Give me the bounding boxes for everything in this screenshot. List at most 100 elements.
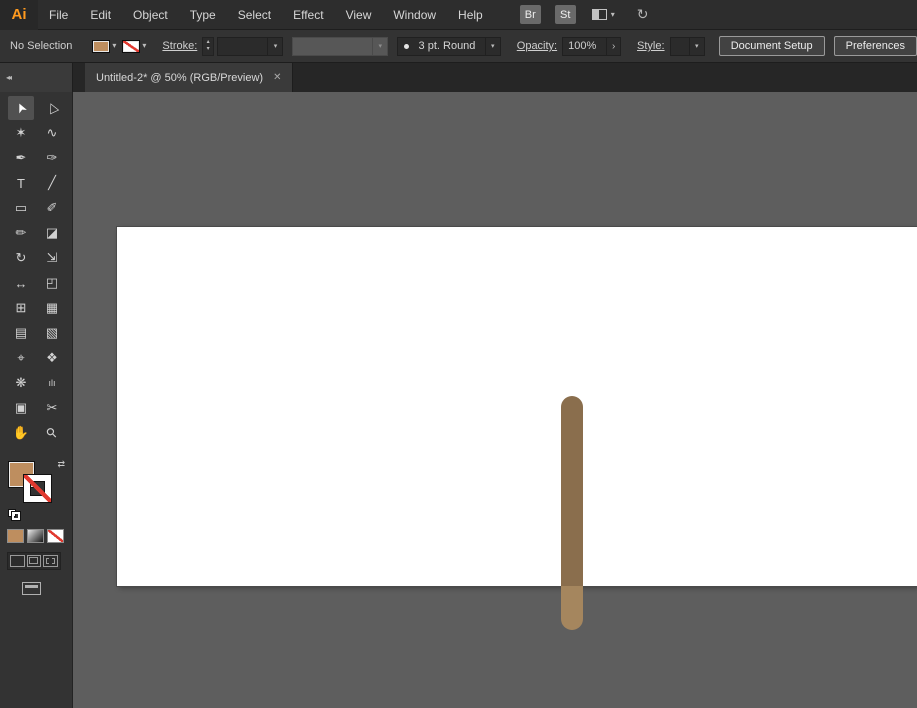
brush-definition-dropdown[interactable]: 3 pt. Round ▾ [397, 37, 501, 56]
artwork-stick-tip[interactable] [561, 586, 583, 630]
menu-item-effect[interactable]: Effect [282, 0, 334, 30]
tool-direct-selection[interactable]: ▷ [39, 96, 65, 120]
tool-rectangle[interactable]: ▭ [8, 196, 34, 220]
tool-mesh[interactable]: ▤ [8, 321, 34, 345]
close-icon[interactable]: ✕ [273, 72, 281, 83]
none-slash-icon [24, 475, 51, 502]
default-fill-stroke-button[interactable] [8, 509, 22, 520]
tool-blend[interactable]: ❖ [39, 346, 65, 370]
zoom-tool-icon: ⚲ [43, 424, 61, 442]
preferences-button[interactable]: Preferences [834, 36, 917, 56]
tool-curvature[interactable]: ✑ [39, 146, 65, 170]
artboard-tool-icon: ▣ [15, 400, 27, 416]
artwork-stick-body[interactable] [561, 396, 583, 586]
bridge-button[interactable]: Br [520, 5, 541, 24]
toolbar-collapse-button[interactable]: ◂◂ [0, 63, 73, 92]
screen-mode-button[interactable] [22, 582, 41, 595]
tool-shape-builder[interactable]: ⊞ [8, 296, 34, 320]
shape-builder-tool-icon: ⊞ [16, 300, 27, 316]
chevron-down-icon: ▾ [611, 11, 615, 19]
chevron-down-icon: ▾ [142, 42, 146, 50]
none-button[interactable] [47, 529, 64, 543]
draw-normal-icon[interactable] [10, 555, 25, 567]
chevron-down-icon[interactable]: ▾ [267, 38, 282, 55]
rotate-tool-icon: ↻ [16, 250, 27, 266]
opacity-input[interactable]: 100% [562, 37, 607, 56]
document-tab[interactable]: Untitled-2* @ 50% (RGB/Preview) ✕ [85, 63, 293, 92]
tool-lasso[interactable]: ∿ [39, 121, 65, 145]
tool-free-transform[interactable]: ◰ [39, 271, 65, 295]
stroke-color-box[interactable] [24, 475, 51, 502]
artboard[interactable] [117, 227, 917, 586]
document-setup-button[interactable]: Document Setup [719, 36, 825, 56]
stroke-weight-dropdown[interactable]: ▾ [217, 37, 283, 56]
tool-slice[interactable]: ✂ [39, 396, 65, 420]
tools-grid: ➤ ▷ ✶ ∿ ✒ ✑ T ╱ ▭ ✐ ✏ ◪ ↻ ⇲ ↔ ◰ ⊞ ▦ ▤ ▧ … [0, 92, 72, 445]
stroke-none-swatch[interactable] [122, 40, 140, 53]
tool-selection[interactable]: ➤ [8, 96, 34, 120]
stroke-weight-stepper[interactable]: ▴ ▾ [202, 37, 214, 56]
graphic-style-dropdown[interactable]: ▾ [670, 37, 705, 56]
tool-scale[interactable]: ⇲ [39, 246, 65, 270]
canvas-area[interactable] [73, 92, 917, 708]
line-segment-tool-icon: ╱ [48, 175, 56, 191]
tool-magic-wand[interactable]: ✶ [8, 121, 34, 145]
tool-gradient[interactable]: ▧ [39, 321, 65, 345]
fill-color-picker[interactable]: ▾ [92, 40, 116, 53]
tool-rotate[interactable]: ↻ [8, 246, 34, 270]
tool-symbol-sprayer[interactable]: ❋ [8, 371, 34, 395]
tool-pencil[interactable]: ✏ [8, 221, 34, 245]
fill-swatch[interactable] [92, 40, 110, 53]
tool-artboard[interactable]: ▣ [8, 396, 34, 420]
menu-item-type[interactable]: Type [179, 0, 227, 30]
tool-zoom[interactable]: ⚲ [39, 421, 65, 445]
document-tab-bar: ◂◂ Untitled-2* @ 50% (RGB/Preview) ✕ [0, 63, 917, 92]
tool-width[interactable]: ↔ [8, 271, 34, 295]
stock-button[interactable]: St [555, 5, 576, 24]
default-stroke-icon [12, 512, 20, 520]
scale-tool-icon: ⇲ [47, 250, 58, 266]
tool-eyedropper[interactable]: ⌖ [8, 346, 34, 370]
stepper-down-icon[interactable]: ▾ [207, 46, 210, 53]
tool-pen[interactable]: ✒ [8, 146, 34, 170]
draw-behind-icon[interactable] [27, 555, 42, 567]
selection-tool-icon: ➤ [11, 100, 30, 117]
stroke-color-picker[interactable]: ▾ [122, 40, 146, 53]
menu-item-select[interactable]: Select [227, 0, 282, 30]
swap-fill-stroke-icon[interactable]: ⇄ [57, 459, 65, 470]
type-tool-icon: T [17, 176, 25, 191]
free-transform-tool-icon: ◰ [46, 275, 58, 291]
chevron-down-icon[interactable]: ▾ [485, 38, 500, 55]
lasso-tool-icon: ∿ [47, 125, 58, 141]
menu-item-view[interactable]: View [335, 0, 383, 30]
pencil-tool-icon: ✏ [16, 225, 27, 241]
tool-perspective-grid[interactable]: ▦ [39, 296, 65, 320]
hand-tool-icon: ✋ [13, 425, 29, 441]
paintbrush-tool-icon: ✐ [47, 200, 58, 216]
opacity-label[interactable]: Opacity: [517, 40, 557, 52]
menu-item-edit[interactable]: Edit [79, 0, 122, 30]
color-button[interactable] [7, 529, 24, 543]
tool-hand[interactable]: ✋ [8, 421, 34, 445]
symbol-sprayer-tool-icon: ❋ [16, 375, 27, 391]
draw-inside-icon[interactable] [43, 555, 58, 567]
gradient-button[interactable] [27, 529, 44, 543]
tool-paintbrush[interactable]: ✐ [39, 196, 65, 220]
menu-item-file[interactable]: File [38, 0, 79, 30]
workspace-switcher[interactable]: ▾ [592, 9, 615, 20]
menu-item-object[interactable]: Object [122, 0, 179, 30]
tool-eraser[interactable]: ◪ [39, 221, 65, 245]
tool-line-segment[interactable]: ╱ [39, 171, 65, 195]
stepper-up-icon[interactable]: ▴ [207, 39, 210, 46]
tool-type[interactable]: T [8, 171, 34, 195]
chevron-down-icon[interactable]: ▾ [689, 38, 704, 55]
opacity-value: 100% [568, 40, 596, 52]
stroke-label[interactable]: Stroke: [162, 40, 197, 52]
tool-column-graph[interactable]: ılı [39, 371, 65, 395]
sync-settings-icon[interactable]: ↻ [637, 6, 649, 23]
style-label[interactable]: Style: [637, 40, 665, 52]
opacity-dropdown-arrow[interactable]: › [607, 37, 621, 56]
perspective-grid-tool-icon: ▦ [46, 300, 58, 316]
menu-item-window[interactable]: Window [382, 0, 447, 30]
menu-item-help[interactable]: Help [447, 0, 494, 30]
